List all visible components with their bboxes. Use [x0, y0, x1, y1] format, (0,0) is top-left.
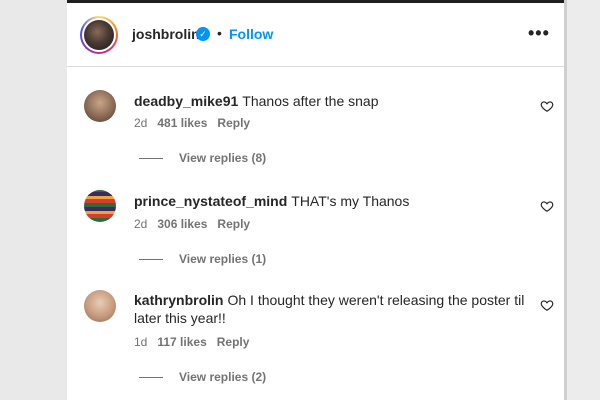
view-replies-label: View replies (8) [179, 151, 267, 165]
post-username[interactable]: joshbrolin [132, 26, 200, 42]
comment-body: kathrynbrolin Oh I thought they weren't r… [134, 291, 534, 327]
comment-likes[interactable]: 481 likes [157, 116, 207, 130]
comment-time[interactable]: 1d [134, 335, 147, 349]
header-separator: • [217, 25, 222, 41]
reply-button[interactable]: Reply [217, 335, 250, 349]
commenter-avatar[interactable] [84, 290, 116, 322]
more-horizontal-icon[interactable]: ••• [528, 23, 550, 44]
comment-body: prince_nystateof_mind THAT's my Thanos [134, 192, 534, 210]
follow-button[interactable]: Follow [229, 26, 273, 42]
commenter-avatar[interactable] [84, 90, 116, 122]
comment-time[interactable]: 2d [134, 116, 147, 130]
comment-username[interactable]: kathrynbrolin [134, 292, 223, 308]
view-replies-label: View replies (2) [179, 370, 267, 384]
heart-icon[interactable] [540, 298, 554, 312]
view-replies-button[interactable]: View replies (2) [139, 370, 266, 384]
comments-panel: joshbrolin ✓ • Follow ••• deadby_mike91 T… [67, 3, 564, 400]
view-replies-label: View replies (1) [179, 252, 267, 266]
replies-divider [139, 259, 163, 261]
view-replies-button[interactable]: View replies (8) [139, 151, 266, 165]
replies-divider [139, 377, 163, 379]
avatar-border [82, 18, 116, 52]
comment-meta: 2d 306 likes Reply [134, 217, 260, 231]
comment-time[interactable]: 2d [134, 217, 147, 231]
verified-badge-icon: ✓ [196, 27, 210, 41]
commenter-avatar[interactable] [84, 190, 116, 222]
profile-avatar[interactable] [80, 16, 118, 54]
avatar-image [84, 20, 114, 50]
comment-text: Thanos after the snap [242, 93, 379, 109]
comment-text: THAT's my Thanos [291, 193, 410, 209]
right-backdrop [567, 0, 600, 400]
heart-icon[interactable] [540, 199, 554, 213]
comment-item: prince_nystateof_mind THAT's my Thanos 2d… [67, 178, 564, 278]
view-replies-button[interactable]: View replies (1) [139, 252, 266, 266]
comment-meta: 1d 117 likes Reply [134, 335, 259, 349]
comment-likes[interactable]: 306 likes [157, 217, 207, 231]
comment-body: deadby_mike91 Thanos after the snap [134, 92, 534, 110]
comment-likes[interactable]: 117 likes [157, 335, 206, 349]
reply-button[interactable]: Reply [217, 217, 250, 231]
comment-item: deadby_mike91 Thanos after the snap 2d 481… [67, 78, 564, 178]
left-backdrop [0, 0, 67, 400]
comment-username[interactable]: prince_nystateof_mind [134, 193, 287, 209]
comment-item: kathrynbrolin Oh I thought they weren't r… [67, 278, 564, 400]
heart-icon[interactable] [540, 99, 554, 113]
post-header: joshbrolin ✓ • Follow ••• [67, 3, 564, 67]
replies-divider [139, 158, 163, 160]
reply-button[interactable]: Reply [217, 116, 250, 130]
comment-username[interactable]: deadby_mike91 [134, 93, 238, 109]
comment-meta: 2d 481 likes Reply [134, 116, 260, 130]
